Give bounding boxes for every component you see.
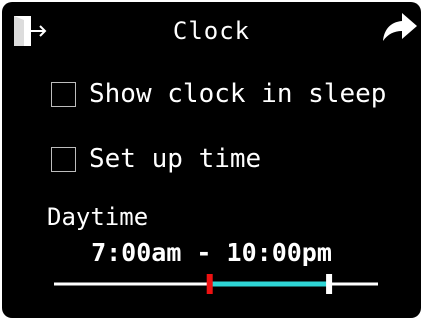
daytime-range-text: 7:00am - 10:00pm [91,238,332,267]
show-clock-in-sleep-checkbox[interactable] [51,81,76,107]
show-clock-in-sleep-option[interactable]: Show clock in sleep [51,78,386,110]
daytime-label: Daytime [47,203,149,231]
set-up-time-checkbox[interactable] [51,146,76,172]
slider-start-handle[interactable] [206,274,213,294]
daytime-range-slider[interactable] [54,268,378,300]
clock-settings-screen: Clock Show clock in sleep Set up time Da… [2,2,421,318]
page-title: Clock [172,17,251,45]
show-clock-in-sleep-label: Show clock in sleep [89,79,387,109]
slider-end-handle[interactable] [326,274,333,294]
set-up-time-option[interactable]: Set up time [51,143,261,175]
set-up-time-label: Set up time [89,144,262,174]
forward-arrow-icon[interactable] [381,10,419,44]
